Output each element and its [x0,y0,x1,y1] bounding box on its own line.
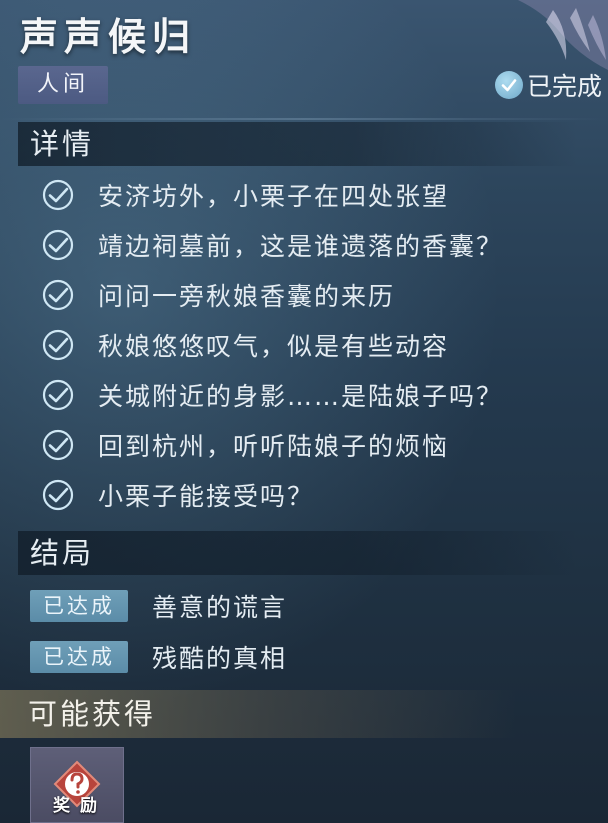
check-circle-icon [42,329,74,361]
check-circle-icon [42,429,74,461]
reward-item-slot[interactable]: 奖励 [30,747,124,823]
task-list: 安济坊外，小栗子在四处张望 靖边祠墓前，这是谁遗落的香囊？ 问问一旁秋娘香囊的来… [40,170,580,520]
achieved-badge: 已达成 [30,641,128,673]
completion-status-label: 已完成 [526,72,602,101]
endings-heading: 结局 [30,536,95,570]
check-circle-icon [42,179,74,211]
check-circle-icon [42,229,74,261]
task-label: 秋娘悠悠叹气，似是有些动容 [98,332,450,361]
task-item: 小栗子能接受吗？ [40,470,580,520]
ending-label: 善意的谎言 [152,593,288,622]
completed-check-icon [494,71,523,99]
task-item: 问问一旁秋娘香囊的来历 [40,270,580,320]
rewards-heading: 可能获得 [28,697,157,731]
task-label: 回到杭州，听听陆娘子的烦恼 [98,432,450,461]
task-label: 关城附近的身影……是陆娘子吗？ [98,382,504,411]
check-circle-icon [42,279,74,311]
reward-label: 奖励 [53,796,107,816]
task-item: 回到杭州，听听陆娘子的烦恼 [40,420,580,470]
check-circle-icon [42,479,74,511]
check-circle-icon [42,379,74,411]
task-label: 安济坊外，小栗子在四处张望 [98,182,450,211]
realm-tag: 人间 [18,66,108,104]
task-label: 靖边祠墓前，这是谁遗落的香囊？ [98,232,504,261]
header-divider [0,118,608,120]
endings-section-bar [18,531,578,575]
task-item: 秋娘悠悠叹气，似是有些动容 [40,320,580,370]
task-label: 小栗子能接受吗？ [98,482,315,511]
task-item: 安济坊外，小栗子在四处张望 [40,170,580,220]
achieved-badge: 已达成 [30,590,128,622]
task-label: 问问一旁秋娘香囊的来历 [98,282,396,311]
ending-item[interactable]: 已达成 善意的谎言 [30,589,287,623]
details-section-bar [18,122,578,166]
quest-title: 声声候归 [20,14,197,59]
ending-label: 残酷的真相 [152,644,288,673]
task-item: 靖边祠墓前，这是谁遗落的香囊？ [40,220,580,270]
completion-status: 已完成 [494,66,602,104]
details-heading: 详情 [30,127,95,161]
task-item: 关城附近的身影……是陆娘子吗？ [40,370,580,420]
ending-item[interactable]: 已达成 残酷的真相 [30,640,287,674]
